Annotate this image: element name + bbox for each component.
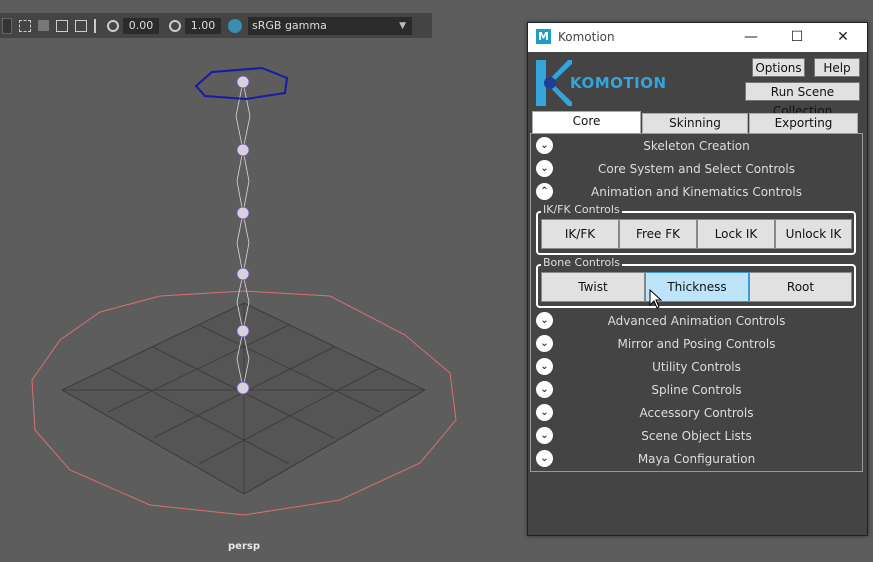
minimize-button[interactable]: — (728, 23, 774, 52)
colorspace-label: sRGB gamma (252, 18, 327, 32)
root-button[interactable]: Root (749, 272, 852, 302)
tab-core[interactable]: Core (532, 111, 641, 133)
section-label: Mirror and Posing Controls (617, 337, 776, 351)
maximize-button[interactable]: ☐ (774, 23, 820, 52)
exposure-icon[interactable] (94, 18, 100, 33)
free-fk-button[interactable]: Free FK (619, 219, 697, 249)
title-bar[interactable]: M Komotion — ☐ ✕ (528, 23, 867, 52)
scene-view[interactable] (0, 38, 527, 538)
select-icon[interactable] (19, 19, 31, 32)
section-label: Spline Controls (651, 383, 742, 397)
komotion-logo-icon (536, 60, 572, 106)
run-scene-collection-button[interactable]: Run Scene Collection (745, 82, 860, 118)
gamma-value[interactable]: 1.00 (185, 17, 221, 34)
section-label: Utility Controls (652, 360, 741, 374)
close-button[interactable]: ✕ (820, 23, 866, 52)
viewport-toolbar: 0.00 1.00 sRGB gamma ▼ (0, 13, 432, 38)
camera-icon[interactable] (38, 20, 49, 31)
section-utility[interactable]: ⌄ Utility Controls (531, 357, 862, 377)
ikfk-controls-group: IK/FK Controls IK/FK Free FK Lock IK Unl… (536, 203, 856, 255)
window-title: Komotion (558, 30, 615, 44)
section-animation-kinematics[interactable]: ⌃ Animation and Kinematics Controls (531, 182, 862, 202)
section-skeleton-creation[interactable]: ⌄ Skeleton Creation (531, 136, 862, 156)
section-accessory[interactable]: ⌄ Accessory Controls (531, 403, 862, 423)
group-label: IK/FK Controls (541, 203, 622, 216)
section-core-system[interactable]: ⌄ Core System and Select Controls (531, 159, 862, 179)
section-label: Advanced Animation Controls (607, 314, 786, 328)
mouse-cursor-icon (649, 289, 663, 309)
twist-button[interactable]: Twist (541, 272, 645, 302)
help-button[interactable]: Help (814, 58, 860, 77)
core-tab-panel: ⌄ Skeleton Creation ⌄ Core System and Se… (530, 133, 863, 472)
section-scene-object-lists[interactable]: ⌄ Scene Object Lists (531, 426, 862, 446)
bone-controls-group: Bone Controls Twist Thickness Root (536, 256, 856, 308)
section-advanced-animation[interactable]: ⌄ Advanced Animation Controls (531, 311, 862, 331)
lock-ik-button[interactable]: Lock IK (697, 219, 775, 249)
komotion-header: KOMOTION Options Help Run Scene Collecti… (528, 52, 867, 118)
section-label: Skeleton Creation (643, 139, 750, 153)
chevron-down-icon: ▼ (399, 20, 406, 31)
group-label: Bone Controls (541, 256, 623, 269)
section-label: Accessory Controls (639, 406, 754, 420)
section-label: Core System and Select Controls (597, 162, 795, 176)
aperture-icon[interactable] (107, 19, 119, 32)
grid-toggle-icon[interactable] (2, 17, 12, 34)
section-label: Scene Object Lists (641, 429, 752, 443)
section-mirror-posing[interactable]: ⌄ Mirror and Posing Controls (531, 334, 862, 354)
color-management-icon[interactable] (228, 18, 242, 33)
resolution-gate-icon[interactable] (75, 19, 87, 32)
komotion-window: M Komotion — ☐ ✕ KOMOTION Options Help R… (527, 22, 868, 536)
section-spline[interactable]: ⌄ Spline Controls (531, 380, 862, 400)
gamma-icon[interactable] (169, 19, 181, 32)
section-label: Maya Configuration (637, 452, 756, 466)
colorspace-dropdown[interactable]: sRGB gamma ▼ (248, 16, 412, 35)
image-plane-icon[interactable] (56, 19, 68, 32)
logo-text: KOMOTION (570, 74, 667, 92)
tab-skinning[interactable]: Skinning (642, 113, 748, 134)
unlock-ik-button[interactable]: Unlock IK (775, 219, 852, 249)
section-maya-configuration[interactable]: ⌄ Maya Configuration (531, 449, 862, 469)
exposure-value[interactable]: 0.00 (123, 17, 159, 34)
section-label: Animation and Kinematics Controls (591, 185, 802, 199)
tab-exporting[interactable]: Exporting (749, 113, 858, 134)
options-button[interactable]: Options (752, 58, 805, 77)
camera-label: persp (228, 541, 260, 552)
ikfk-button[interactable]: IK/FK (541, 219, 619, 249)
maya-logo-icon: M (536, 29, 551, 44)
